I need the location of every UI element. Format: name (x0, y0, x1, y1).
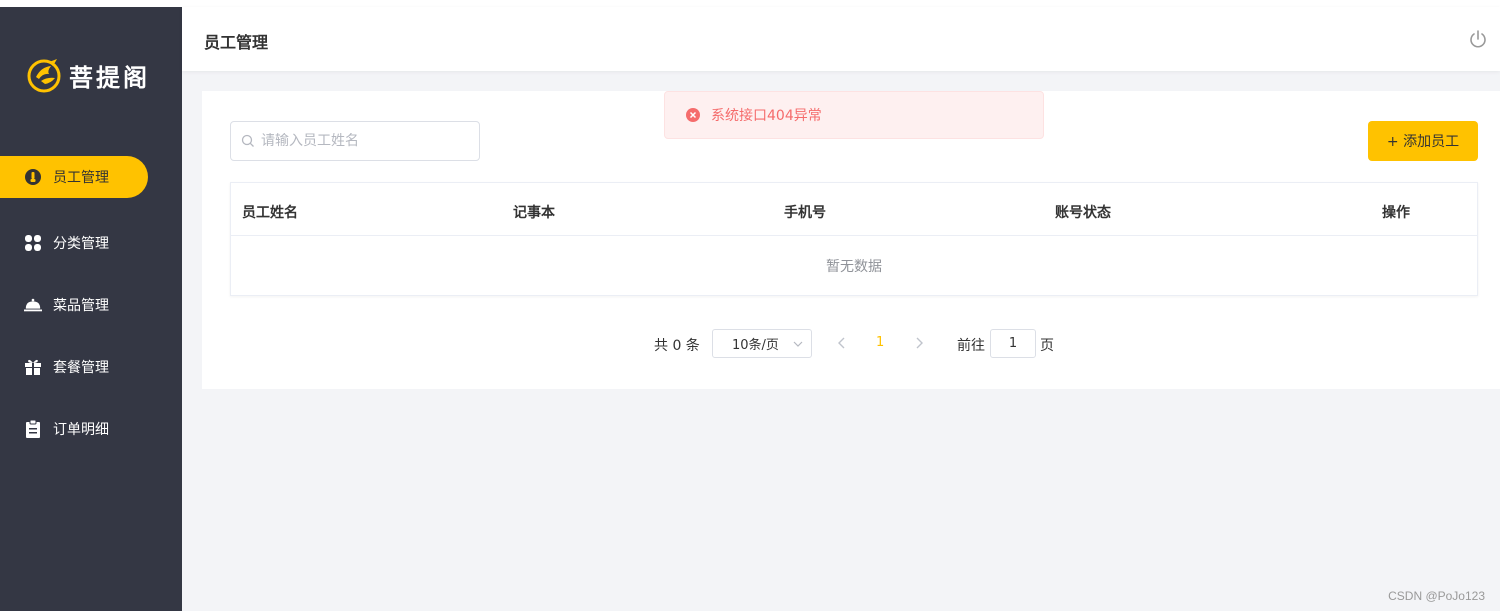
page-size-select[interactable]: 10条/页 (712, 329, 812, 358)
search-box[interactable] (230, 121, 480, 161)
sidebar-item-employee[interactable]: 员工管理 (0, 156, 148, 198)
page-title: 员工管理 (204, 33, 269, 52)
search-input[interactable] (261, 133, 461, 149)
employee-icon (24, 168, 42, 186)
column-header: 账号状态 (1055, 205, 1111, 221)
sidebar-item-label: 订单明细 (53, 422, 109, 438)
page-suffix: 页 (1040, 338, 1054, 354)
logo: 菩提阁 (27, 57, 150, 93)
goto-page-input[interactable] (990, 329, 1036, 358)
power-icon[interactable] (1468, 29, 1488, 49)
column-header: 操作 (1382, 205, 1410, 221)
column-header: 员工姓名 (242, 205, 298, 221)
sidebar-item-label: 套餐管理 (53, 360, 109, 376)
dish-icon (24, 296, 42, 314)
current-page-number[interactable]: 1 (876, 335, 884, 350)
top-header: 员工管理 (182, 7, 1500, 71)
goto-label: 前往 (957, 338, 985, 354)
pagination-total: 共 0 条 (654, 338, 700, 354)
sidebar-item-label: 员工管理 (53, 170, 109, 186)
setmeal-icon (24, 358, 42, 376)
chevron-down-icon (793, 341, 803, 347)
top-strip (0, 0, 1500, 7)
employee-table: 员工姓名 记事本 手机号 账号状态 操作 暂无数据 (230, 182, 1478, 296)
brand-name: 菩提阁 (69, 63, 150, 92)
sidebar-item-category[interactable]: 分类管理 (0, 222, 148, 264)
logo-icon (27, 59, 61, 93)
sidebar-item-setmeal[interactable]: 套餐管理 (0, 346, 148, 388)
empty-text: 暂无数据 (826, 259, 882, 275)
page-size-value: 10条/页 (732, 338, 779, 353)
order-icon (24, 420, 42, 438)
column-header: 记事本 (513, 205, 555, 221)
sidebar-item-dish[interactable]: 菜品管理 (0, 284, 148, 326)
error-circle-icon (686, 108, 700, 122)
column-header: 手机号 (784, 205, 826, 221)
category-icon (24, 234, 42, 252)
alert-message: 系统接口404异常 (711, 108, 822, 124)
watermark: CSDN @PoJo123 (1388, 589, 1485, 603)
sidebar-item-label: 菜品管理 (53, 298, 109, 314)
table-header: 员工姓名 记事本 手机号 账号状态 操作 (231, 183, 1477, 236)
error-alert: 系统接口404异常 (664, 91, 1044, 139)
sidebar-item-label: 分类管理 (53, 236, 109, 252)
sidebar-item-order[interactable]: 订单明细 (0, 408, 148, 450)
next-page-icon[interactable] (912, 335, 926, 351)
add-employee-button[interactable]: + 添加员工 (1368, 121, 1478, 161)
prev-page-icon[interactable] (835, 335, 849, 351)
search-icon (241, 134, 254, 147)
